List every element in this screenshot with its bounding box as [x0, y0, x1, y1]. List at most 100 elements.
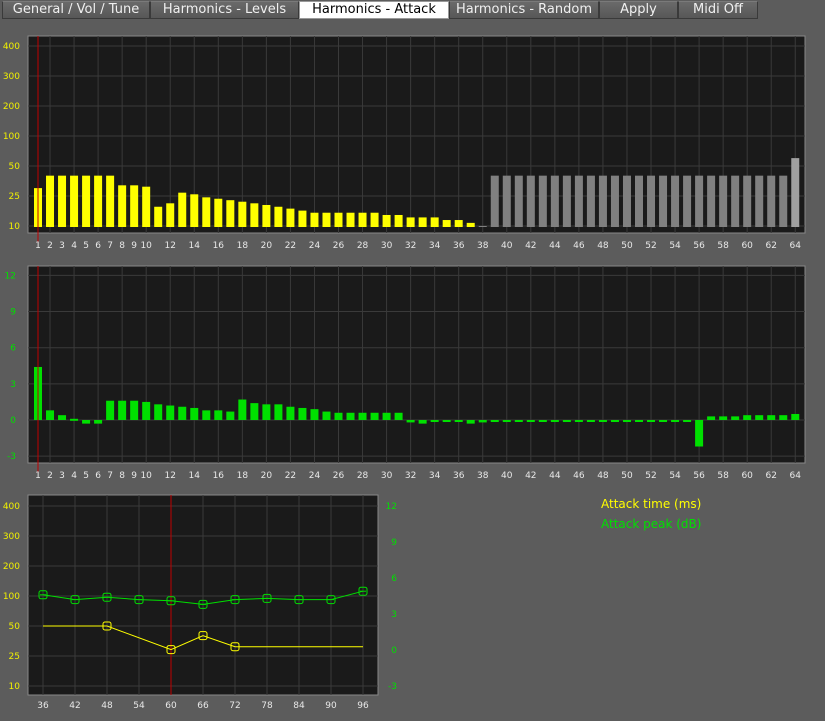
- tab-harmonics-random[interactable]: Harmonics - Random: [449, 1, 599, 19]
- x-tick-label: 3: [59, 471, 65, 481]
- harmonic-bar: [647, 175, 656, 227]
- x-tick-label: 54: [669, 241, 681, 251]
- x-tick-label: 3: [59, 241, 65, 251]
- x-tick-label: 12: [164, 471, 175, 481]
- x-tick-label: 64: [790, 241, 802, 251]
- harmonic-bar: [178, 406, 187, 420]
- harmonic-bar: [418, 217, 427, 227]
- harmonic-bar: [454, 420, 463, 422]
- attack-time-bar-chart[interactable]: 1025501002003004001 2 3 4 5 6 7 8 9 10 12 14 16 18 20 2…: [0, 0, 825, 721]
- harmonic-bar: [719, 175, 728, 227]
- attack-peak-marker: [102, 592, 112, 602]
- x-tick-label: 22: [285, 241, 296, 251]
- harmonic-bar: [478, 420, 487, 423]
- harmonic-bar: [550, 175, 559, 227]
- y-tick-label-right: 9: [391, 538, 397, 548]
- harmonic-bar: [622, 175, 631, 227]
- harmonic-bar: [202, 197, 211, 227]
- harmonic-bar: [743, 415, 752, 420]
- harmonic-bar: [274, 404, 283, 420]
- y-tick-label-left: 50: [9, 622, 21, 632]
- harmonic-bar: [322, 411, 331, 420]
- tab-midi-off[interactable]: Midi Off: [678, 1, 758, 19]
- x-tick-label: 5: [83, 241, 89, 251]
- attack-time-marker: [230, 642, 240, 652]
- x-tick-label: 56: [693, 241, 705, 251]
- harmonic-bar: [166, 203, 175, 227]
- harmonic-bar: [418, 420, 427, 424]
- x-tick-label: 18: [237, 241, 249, 251]
- attack-peak-line: [42, 590, 364, 605]
- harmonic-bar: [394, 412, 403, 420]
- harmonic-bar: [490, 175, 499, 227]
- harmonic-bar: [466, 420, 475, 424]
- x-tick-label: 62: [765, 471, 776, 481]
- attack-peak-marker: [38, 590, 48, 600]
- harmonic-bar: [142, 401, 151, 420]
- y-tick-label: 25: [9, 192, 20, 202]
- harmonic-bar: [538, 175, 547, 227]
- x-tick-label: 9: [131, 471, 137, 481]
- harmonic-bar: [310, 409, 319, 420]
- attack-peak-marker: [326, 595, 336, 605]
- harmonic-bar: [358, 412, 367, 420]
- harmonic-bar: [671, 175, 680, 227]
- harmonic-bar: [743, 175, 752, 227]
- x-tick-label: 90: [325, 701, 337, 711]
- x-tick-label: 4: [71, 471, 77, 481]
- harmonic-bar: [490, 420, 499, 422]
- harmonic-bar: [394, 214, 403, 227]
- x-tick-label: 6: [95, 241, 101, 251]
- y-tick-label: 0: [10, 416, 16, 426]
- tab-harmonics-levels[interactable]: Harmonics - Levels: [150, 1, 299, 19]
- x-tick-label: 20: [261, 241, 273, 251]
- harmonic-bar: [118, 185, 127, 227]
- harmonic-bar: [34, 366, 42, 420]
- tab-harmonics-attack[interactable]: Harmonics - Attack: [299, 1, 449, 19]
- y-tick-label: 6: [10, 344, 16, 354]
- y-tick-label-right: -3: [388, 682, 397, 692]
- y-tick-label-left: 300: [3, 532, 20, 542]
- x-tick-label: 46: [573, 471, 585, 481]
- y-tick-label: 200: [3, 102, 20, 112]
- harmonic-bar: [406, 420, 415, 423]
- harmonic-bar: [370, 412, 379, 420]
- harmonic-bar: [538, 420, 547, 422]
- attack-peak-marker: [230, 595, 240, 605]
- x-tick-label: 9: [131, 241, 137, 251]
- attack-peak-marker: [70, 595, 80, 605]
- harmonic-bar: [659, 175, 668, 227]
- plot-area: [27, 494, 379, 696]
- x-tick-label: 54: [133, 701, 145, 711]
- harmonic-bar: [586, 175, 595, 227]
- x-tick-label: 72: [229, 701, 240, 711]
- attack-time-line: [43, 625, 363, 651]
- x-tick-label: 28: [357, 471, 369, 481]
- harmonic-bar: [719, 416, 728, 420]
- harmonic-bar: [695, 175, 704, 227]
- harmonic-bar: [659, 420, 668, 422]
- harmonic-bar: [214, 198, 223, 227]
- harmonic-bar: [466, 222, 475, 227]
- harmonic-bar: [635, 420, 643, 422]
- x-tick-label: 36: [453, 471, 465, 481]
- harmonic-bar: [346, 412, 355, 420]
- x-tick-label: 2: [47, 471, 53, 481]
- tab-general[interactable]: General / Vol / Tune: [2, 1, 150, 19]
- y-tick-label: 100: [3, 132, 20, 142]
- harmonic-bar: [70, 175, 79, 227]
- harmonic-bar: [358, 212, 367, 227]
- x-tick-label: 60: [741, 241, 753, 251]
- tab-apply[interactable]: Apply: [599, 1, 678, 19]
- harmonic-bar: [707, 175, 716, 227]
- x-tick-label: 1: [35, 471, 41, 481]
- harmonic-bar: [562, 420, 571, 422]
- harmonic-bar: [238, 399, 247, 420]
- x-tick-label: 36: [37, 701, 49, 711]
- x-tick-label: 14: [189, 241, 201, 251]
- harmonic-bar: [574, 420, 583, 422]
- harmonic-bar: [286, 208, 295, 227]
- x-tick-label: 40: [501, 241, 513, 251]
- harmonic-bar: [142, 186, 151, 227]
- harmonic-bar: [202, 410, 211, 420]
